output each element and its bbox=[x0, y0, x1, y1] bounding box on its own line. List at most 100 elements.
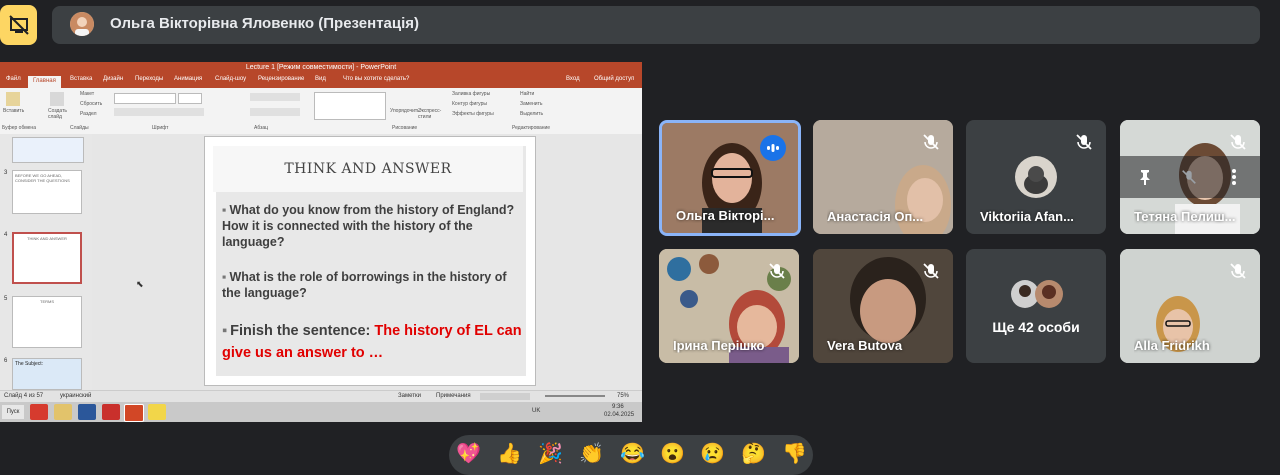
group-clipboard: Буфер обмена bbox=[2, 125, 36, 131]
layout-button[interactable]: Макет bbox=[80, 91, 94, 97]
comments-button[interactable]: Примечания bbox=[436, 393, 471, 399]
zoom-level[interactable]: 75% bbox=[617, 393, 629, 399]
ppt-tab-file[interactable]: Файл bbox=[6, 76, 21, 82]
ppt-tab-slideshow[interactable]: Слайд-шоу bbox=[215, 76, 246, 82]
reaction-sad-button[interactable]: 😢 bbox=[700, 441, 725, 466]
pin-icon[interactable] bbox=[1136, 168, 1154, 186]
mic-off-icon bbox=[1230, 134, 1246, 150]
more-participants-tile[interactable]: Ще 42 особи bbox=[966, 249, 1106, 363]
slide-thumbnail-selected[interactable]: THINK AND ANSWER bbox=[12, 232, 82, 284]
thumbnail-title: TERMS bbox=[40, 299, 54, 304]
slide-thumbnails-pane[interactable]: 3 BEFORE WE GO AHEAD, CONSIDER THE QUEST… bbox=[0, 134, 92, 390]
participant-tile[interactable]: Vera Butova bbox=[813, 249, 953, 363]
ppt-tab-home[interactable]: Главная bbox=[28, 76, 61, 88]
shape-effects-button[interactable]: Эффекты фигуры bbox=[452, 111, 494, 117]
group-paragraph: Абзац bbox=[254, 125, 269, 131]
explorer-icon[interactable] bbox=[54, 404, 72, 420]
ppt-tab-view[interactable]: Вид bbox=[315, 76, 326, 82]
more-participants-count: Ще 42 особи bbox=[992, 319, 1080, 335]
zoom-slider[interactable] bbox=[545, 395, 605, 397]
keyboard-language[interactable]: UK bbox=[532, 408, 540, 414]
app-icon[interactable] bbox=[148, 404, 166, 420]
participant-tile[interactable]: Ірина Перішко bbox=[659, 249, 799, 363]
shape-fill-button[interactable]: Заливка фигуры bbox=[452, 91, 490, 97]
participant-name: Viktoriia Afan... bbox=[980, 209, 1074, 224]
group-editing: Редактирование bbox=[512, 125, 551, 131]
font-format-buttons[interactable] bbox=[114, 108, 204, 116]
slide-bullet-1: ▪ What do you know from the history of En… bbox=[222, 203, 515, 249]
slide-thumbnail[interactable]: BEFORE WE GO AHEAD, CONSIDER THE QUESTIO… bbox=[12, 170, 82, 214]
font-name-select[interactable] bbox=[114, 93, 176, 104]
powerpoint-icon[interactable] bbox=[124, 404, 144, 422]
reaction-party-button[interactable]: 🎉 bbox=[538, 441, 563, 466]
participant-tile[interactable]: Тетяна Пелиш... bbox=[1120, 120, 1260, 234]
thumbnail-title: BEFORE WE GO AHEAD, CONSIDER THE QUESTIO… bbox=[15, 173, 70, 183]
replace-button[interactable]: Заменить bbox=[520, 101, 542, 107]
reaction-heart-button[interactable]: 💖 bbox=[456, 441, 481, 466]
slide-info: Слайд 4 из 57 bbox=[4, 393, 44, 399]
ppt-tab-design[interactable]: Дизайн bbox=[103, 76, 123, 82]
bullet-icon: ▪ bbox=[222, 203, 227, 217]
clock-date: 02.04.2025 bbox=[604, 412, 635, 418]
participant-tile[interactable]: Анастасія Оп... bbox=[813, 120, 953, 234]
opera-icon[interactable] bbox=[30, 404, 48, 420]
section-button[interactable]: Раздел bbox=[80, 111, 97, 117]
reaction-thinking-button[interactable]: 🤔 bbox=[741, 441, 766, 466]
more-options-icon[interactable] bbox=[1230, 168, 1238, 186]
ppt-sign-in[interactable]: Вход bbox=[566, 76, 580, 82]
word-icon[interactable] bbox=[78, 404, 96, 420]
ppt-ribbon: Вставить Создать слайд Макет Сбросить Ра… bbox=[0, 88, 642, 135]
ppt-share[interactable]: Общий доступ bbox=[594, 76, 634, 82]
participant-tile[interactable]: Ольга Вікторі... bbox=[659, 120, 801, 236]
mic-off-icon bbox=[923, 134, 939, 150]
participant-name: Тетяна Пелиш... bbox=[1134, 209, 1236, 224]
clock-time: 9:36 bbox=[612, 404, 624, 410]
mute-participant-icon[interactable] bbox=[1180, 168, 1198, 186]
mic-off-icon bbox=[1230, 263, 1246, 279]
start-button[interactable]: Пуск bbox=[2, 405, 24, 419]
mouse-cursor-icon: ⬉ bbox=[136, 279, 144, 289]
reaction-laugh-button[interactable]: 😂 bbox=[620, 441, 645, 466]
paste-button[interactable]: Вставить bbox=[3, 108, 24, 114]
group-font: Шрифт bbox=[152, 125, 169, 131]
thumbnail-number: 3 bbox=[4, 170, 8, 176]
new-slide-icon bbox=[50, 92, 64, 106]
ppt-tab-transitions[interactable]: Переходы bbox=[135, 76, 163, 82]
view-buttons[interactable] bbox=[480, 393, 530, 400]
stop-presenting-button[interactable] bbox=[0, 5, 37, 45]
find-button[interactable]: Найти bbox=[520, 91, 534, 97]
new-slide-button[interactable]: Создать слайд bbox=[48, 108, 70, 120]
ppt-tell-me[interactable]: Что вы хотите сделать? bbox=[343, 76, 409, 82]
shape-outline-button[interactable]: Контур фигуры bbox=[452, 101, 487, 107]
font-size-select[interactable] bbox=[178, 93, 202, 104]
slide-thumbnail[interactable] bbox=[12, 137, 84, 163]
reaction-surprised-button[interactable]: 😮 bbox=[660, 441, 685, 466]
slide-thumbnail[interactable]: The Subject: bbox=[12, 358, 82, 390]
participant-tile[interactable]: Alla Fridrikh bbox=[1120, 249, 1260, 363]
reaction-clap-button[interactable]: 👏 bbox=[579, 441, 604, 466]
paragraph-align-buttons[interactable] bbox=[250, 108, 300, 116]
thumbnail-number: 4 bbox=[4, 232, 8, 238]
participant-name: Vera Butova bbox=[827, 338, 903, 353]
paragraph-list-buttons[interactable] bbox=[250, 93, 300, 101]
speaking-indicator-icon bbox=[760, 135, 786, 161]
ppt-tab-insert[interactable]: Вставка bbox=[70, 76, 92, 82]
express-styles-button[interactable]: Экспресс-стили bbox=[418, 108, 448, 120]
slide-thumbnail[interactable]: TERMS bbox=[12, 296, 82, 348]
select-button[interactable]: Выделить bbox=[520, 111, 543, 117]
bullet-icon: ▪ bbox=[222, 323, 228, 339]
reaction-thumbs-up-button[interactable]: 👍 bbox=[497, 441, 522, 466]
ppt-tab-animation[interactable]: Анимация bbox=[174, 76, 202, 82]
paste-icon bbox=[6, 92, 20, 106]
participant-name: Alla Fridrikh bbox=[1134, 338, 1210, 353]
participant-tile[interactable]: Viktoriia Afan... bbox=[966, 120, 1106, 234]
slide-title: THINK AND ANSWER bbox=[284, 161, 452, 177]
ppt-window-title: Lecture 1 [Режим совместимости] - PowerP… bbox=[0, 62, 642, 74]
presenter-avatar bbox=[70, 12, 94, 36]
acrobat-icon[interactable] bbox=[102, 404, 120, 420]
reaction-thumbs-down-button[interactable]: 👎 bbox=[782, 441, 807, 466]
ppt-tab-review[interactable]: Рецензирование bbox=[258, 76, 304, 82]
reset-button[interactable]: Сбросить bbox=[80, 101, 102, 107]
shapes-gallery[interactable] bbox=[314, 92, 386, 120]
notes-button[interactable]: Заметки bbox=[398, 393, 421, 399]
